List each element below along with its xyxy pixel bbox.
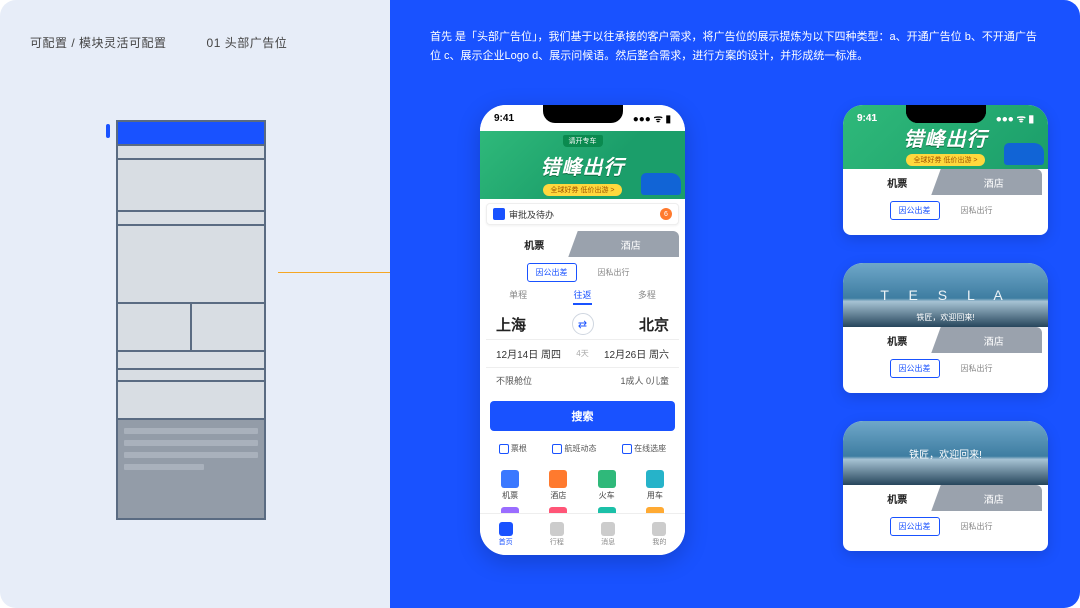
city-from[interactable]: 上海 bbox=[496, 314, 526, 335]
link-seat[interactable]: 在线选座 bbox=[622, 443, 666, 454]
city-to[interactable]: 北京 bbox=[639, 314, 669, 335]
date-days: 4天 bbox=[576, 348, 588, 359]
subtab-business[interactable]: 因公出差 bbox=[527, 263, 577, 282]
brand-logo-text: T E S L A bbox=[880, 287, 1010, 303]
city-row: 上海 ⇄ 北京 bbox=[486, 309, 679, 339]
tab-flight[interactable]: 机票 bbox=[486, 231, 583, 257]
left-panel: 可配置 / 模块灵活可配置 01 头部广告位 bbox=[0, 0, 390, 608]
link-stub[interactable]: 票根 bbox=[499, 443, 527, 454]
triptype-oneway[interactable]: 单程 bbox=[509, 288, 527, 305]
purpose-tabs: 因公出差 因私出行 bbox=[486, 257, 679, 282]
notch-icon bbox=[543, 105, 623, 123]
tab-hotel[interactable]: 酒店 bbox=[583, 231, 680, 257]
monitor-icon bbox=[552, 444, 562, 454]
variant-card-greeting: 9:41●●● ᯤ ▮ 铁匠，欢迎回来! 机票酒店 因公出差因私出行 bbox=[843, 421, 1048, 551]
tabbar-item[interactable]: 行程 bbox=[531, 514, 582, 555]
banner-title: 错峰出行 bbox=[541, 151, 625, 180]
swap-icon[interactable]: ⇄ bbox=[572, 313, 594, 335]
quick-links: 票根 航班动态 在线选座 bbox=[486, 439, 679, 458]
status-time: 9:41 bbox=[494, 113, 514, 124]
service-item[interactable]: 酒店 bbox=[534, 470, 582, 501]
service-item[interactable]: 火车 bbox=[583, 470, 631, 501]
todo-icon bbox=[493, 208, 505, 220]
banner-flag: 请开专车 bbox=[563, 135, 603, 147]
trip-type-tabs: 单程 往返 多程 bbox=[486, 282, 679, 309]
right-panel: 首先 是「头部广告位」，我们基于以往承接的客户需求，将广告位的展示提炼为以下四种… bbox=[390, 0, 1080, 608]
triptype-multi[interactable]: 多程 bbox=[638, 288, 656, 305]
wireframe-marker bbox=[106, 124, 110, 138]
subtab-personal[interactable]: 因私出行 bbox=[589, 263, 639, 282]
tabbar-item[interactable]: 首页 bbox=[480, 514, 531, 555]
left-title-row: 可配置 / 模块灵活可配置 01 头部广告位 bbox=[30, 34, 390, 51]
car-icon bbox=[1004, 143, 1044, 165]
link-flightstatus[interactable]: 航班动态 bbox=[552, 443, 596, 454]
cabin-class: 不限舱位 bbox=[496, 374, 532, 387]
passenger-count: 1成人 0儿童 bbox=[620, 374, 669, 387]
service-item[interactable]: 用车 bbox=[631, 470, 679, 501]
tabbar-item[interactable]: 我的 bbox=[634, 514, 685, 555]
date-to: 12月26日 周六 bbox=[604, 346, 669, 361]
tabbar-item[interactable]: 消息 bbox=[583, 514, 634, 555]
todo-badge: 6 bbox=[660, 208, 672, 220]
ticket-icon bbox=[499, 444, 509, 454]
left-title-b: 01 头部广告位 bbox=[207, 34, 288, 51]
date-row[interactable]: 12月14日 周四 4天 12月26日 周六 bbox=[486, 339, 679, 367]
status-icons: ●●● ᯤ ▮ bbox=[633, 111, 671, 125]
banner-subtitle: 全球好券 低价出游 > bbox=[543, 184, 623, 196]
wireframe bbox=[106, 120, 266, 520]
description-text: 首先 是「头部广告位」，我们基于以往承接的客户需求，将广告位的展示提炼为以下四种… bbox=[430, 28, 1040, 65]
greeting-text: 铁匠，欢迎回来! bbox=[916, 312, 974, 323]
approval-todo-bar[interactable]: 审批及待办 6 bbox=[486, 203, 679, 225]
cabin-row[interactable]: 不限舱位 1成人 0儿童 bbox=[486, 367, 679, 393]
header-ad-banner[interactable]: 请开专车 错峰出行 全球好券 低价出游 > bbox=[480, 131, 685, 199]
todo-label: 审批及待办 bbox=[509, 208, 554, 221]
left-title-a: 可配置 / 模块灵活可配置 bbox=[30, 34, 167, 51]
variant-card-logo: 9:41●●● ᯤ ▮ T E S L A 铁匠，欢迎回来! 机票酒店 因公出差… bbox=[843, 263, 1048, 393]
service-item[interactable]: 机票 bbox=[486, 470, 534, 501]
search-button[interactable]: 搜索 bbox=[490, 401, 675, 431]
seat-icon bbox=[622, 444, 632, 454]
phone-mockup-main: 9:41 ●●● ᯤ ▮ 请开专车 错峰出行 全球好券 低价出游 > 审批及待办… bbox=[480, 105, 685, 555]
car-icon bbox=[641, 173, 681, 195]
bottom-tabbar: 首页行程消息我的 bbox=[480, 513, 685, 555]
main-tabs: 机票 酒店 bbox=[486, 231, 679, 257]
greeting-text: 铁匠，欢迎回来! bbox=[909, 446, 982, 461]
triptype-roundtrip[interactable]: 往返 bbox=[573, 288, 591, 305]
variant-cards: 9:41●●● ᯤ ▮ 请开专车 错峰出行 全球好券 低价出游 > 机票酒店 因… bbox=[843, 105, 1048, 551]
date-from: 12月14日 周四 bbox=[496, 346, 561, 361]
